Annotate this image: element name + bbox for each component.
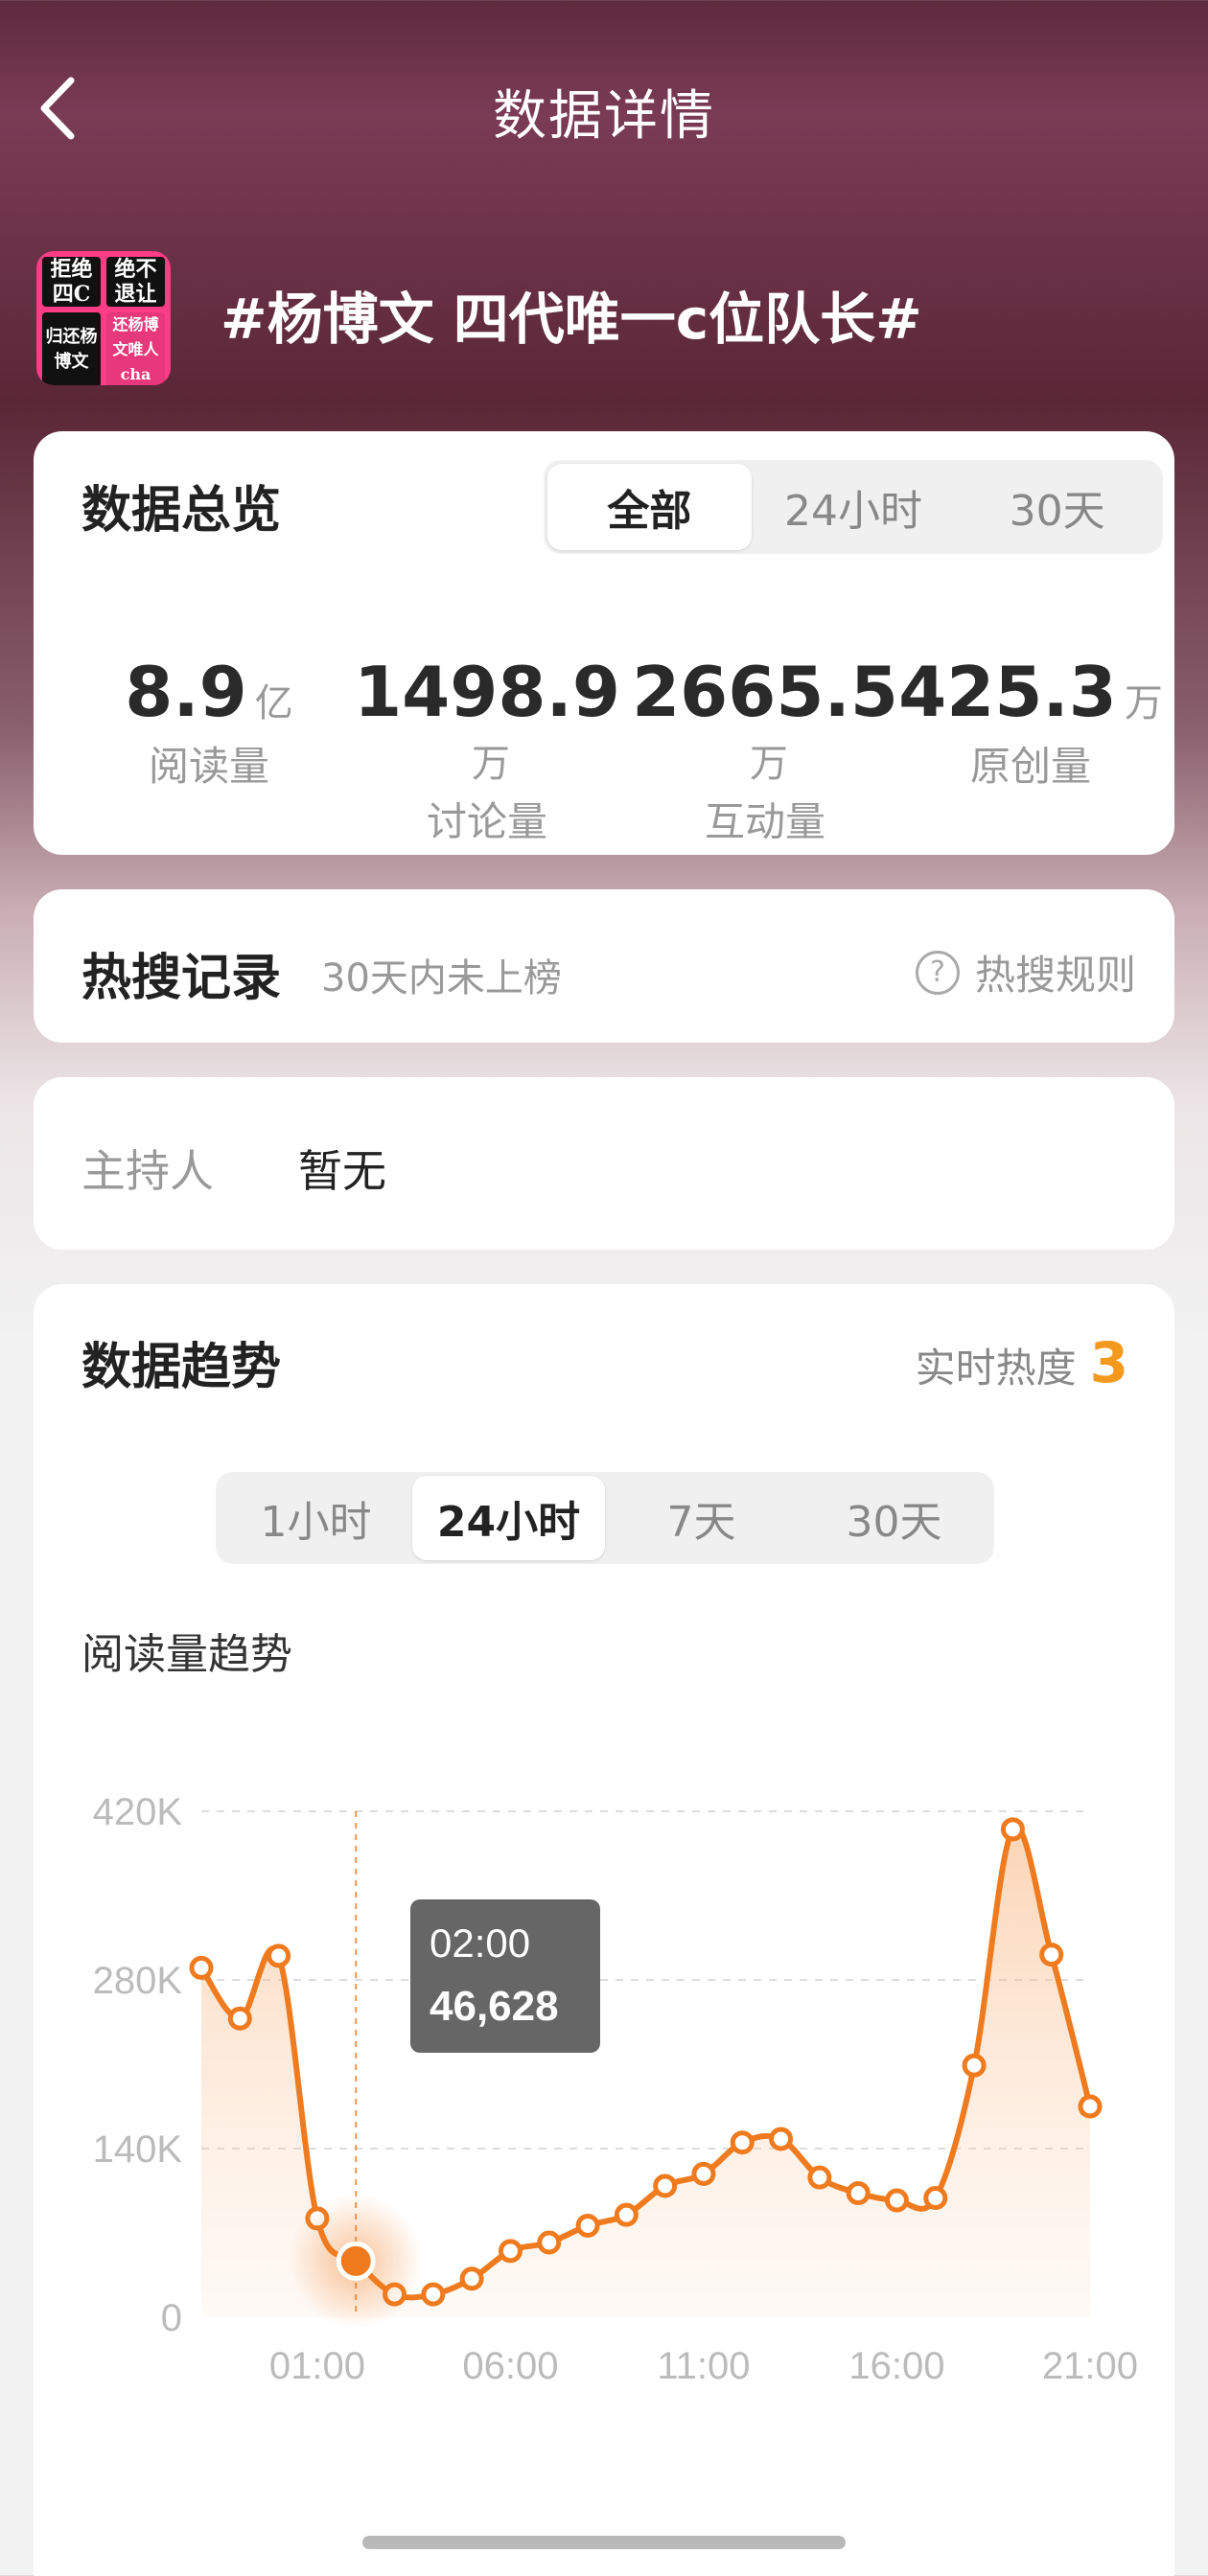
data-point	[923, 2186, 948, 2211]
x-tick-label: 16:00	[848, 2345, 944, 2387]
hotsearch-rules-label: 热搜规则	[974, 952, 1136, 999]
host-card: 主持人 暂无	[34, 1077, 1174, 1250]
hotsearch-card: 热搜记录 30天内未上榜 ? 热搜规则	[34, 889, 1174, 1043]
metric-interactions: 2665.5 万 互动量	[626, 652, 904, 848]
overview-range-tabs: 全部 24小时 30天	[544, 460, 1163, 554]
data-point	[421, 2282, 446, 2307]
tooltip-value: 46,628	[430, 1983, 559, 2030]
metric-label: 讨论量	[426, 798, 547, 845]
hotsearch-title: 热搜记录	[81, 950, 282, 1007]
topic-thumbnail[interactable]: 拒绝四C 绝不退让 归还杨博文 还杨博文唯人cha	[36, 251, 171, 385]
x-tick-label: 21:00	[1042, 2345, 1138, 2387]
tooltip-time: 02:00	[430, 1920, 530, 1966]
data-point	[807, 2165, 832, 2190]
data-point	[1039, 1943, 1064, 1967]
overview-title: 数据总览	[81, 482, 282, 540]
metric-label: 原创量	[969, 743, 1091, 790]
realtime-heat: 实时热度 3	[916, 1330, 1128, 1395]
home-indicator	[362, 2536, 846, 2549]
thumbnail-text: 绝不退让	[106, 257, 165, 307]
metric-discussions: 1498.9 万 讨论量	[348, 652, 626, 848]
realtime-label: 实时热度	[915, 1345, 1077, 1392]
data-point	[769, 2127, 794, 2151]
metric-label: 阅读量	[148, 743, 269, 790]
x-tick-label: 06:00	[462, 2345, 558, 2387]
realtime-value: 3	[1089, 1330, 1128, 1395]
y-tick-label: 280K	[93, 1960, 183, 2002]
data-point	[267, 1944, 291, 1968]
overview-card: 数据总览 全部 24小时 30天 8.9 亿 阅读量 1498.9 万 讨论量 26…	[34, 431, 1174, 855]
metric-reads: 8.9 亿 阅读量	[70, 652, 348, 793]
tab-24h[interactable]: 24小时	[752, 464, 956, 550]
y-tick-label: 420K	[93, 1791, 183, 1833]
thumbnail-text: 还杨博文唯人cha	[106, 312, 165, 385]
trend-range-tabs: 1小时 24小时 7天 30天	[216, 1472, 994, 1564]
tab-1h[interactable]: 1小时	[220, 1476, 412, 1560]
hotsearch-status: 30天内未上榜	[321, 956, 562, 1000]
metric-unit: 万	[472, 742, 510, 786]
metric-label: 互动量	[704, 798, 825, 845]
data-point	[884, 2188, 909, 2213]
metric-value: 1498.9	[354, 652, 620, 732]
overview-metrics: 8.9 亿 阅读量 1498.9 万 讨论量 2665.5 万 互动量 425.3 万 …	[34, 652, 1174, 845]
data-point	[691, 2161, 716, 2186]
hotsearch-rules-link[interactable]: ? 热搜规则	[915, 943, 1136, 1001]
thumbnail-text: 拒绝四C	[42, 257, 101, 307]
data-point	[614, 2202, 639, 2227]
question-circle-icon: ?	[915, 950, 960, 995]
page-title: 数据详情	[493, 85, 715, 148]
metric-unit: 亿	[254, 681, 293, 725]
data-point	[962, 2053, 987, 2078]
host-label: 主持人	[81, 1145, 214, 1197]
metric-value: 8.9	[125, 652, 247, 732]
metric-unit: 万	[1124, 681, 1163, 725]
y-tick-label: 0	[161, 2297, 182, 2339]
metric-value: 2665.5	[632, 652, 898, 732]
metric-value: 425.3	[898, 652, 1117, 732]
highlight-point	[336, 2241, 376, 2281]
x-tick-label: 11:00	[657, 2345, 750, 2387]
host-value: 暂无	[298, 1145, 386, 1197]
data-point	[730, 2130, 755, 2155]
data-point	[1000, 1817, 1025, 1842]
tab-30d[interactable]: 30天	[955, 464, 1159, 550]
metric-originals: 425.3 万 原创量	[892, 652, 1170, 793]
x-tick-label: 01:00	[269, 2345, 365, 2387]
data-point	[227, 2006, 252, 2031]
data-point	[1078, 2094, 1103, 2119]
tab-7d[interactable]: 7天	[605, 1476, 798, 1560]
y-tick-label: 140K	[93, 2128, 183, 2171]
data-point	[537, 2230, 562, 2255]
data-point	[846, 2181, 871, 2206]
thumbnail-text: 归还杨博文	[42, 312, 101, 385]
data-point	[653, 2174, 678, 2198]
top-bar: 数据详情	[0, 0, 1208, 220]
trend-title: 数据趋势	[81, 1339, 282, 1396]
data-point	[498, 2239, 523, 2264]
metric-unit: 万	[750, 742, 788, 786]
tab-30d[interactable]: 30天	[798, 1476, 990, 1560]
data-point	[459, 2266, 484, 2291]
chart-subtitle: 阅读量趋势	[81, 1630, 292, 1679]
trend-card: 数据趋势 实时热度 3 1小时 24小时 7天 30天 阅读量趋势 420K 28…	[34, 1284, 1174, 2576]
reads-trend-chart[interactable]: 420K 280K 140K 0 01:00 06:00 11:00 16:00 21:00 02…	[34, 1744, 1174, 2511]
topic-header: 拒绝四C 绝不退让 归还杨博文 还杨博文唯人cha #杨博文 四代唯一c位队长#	[36, 247, 1177, 389]
data-point	[189, 1955, 214, 1980]
topic-title: #杨博文 四代唯一c位队长#	[221, 287, 922, 352]
tab-all[interactable]: 全部	[547, 464, 752, 550]
data-point	[575, 2213, 600, 2238]
tab-24h[interactable]: 24小时	[412, 1476, 605, 1560]
